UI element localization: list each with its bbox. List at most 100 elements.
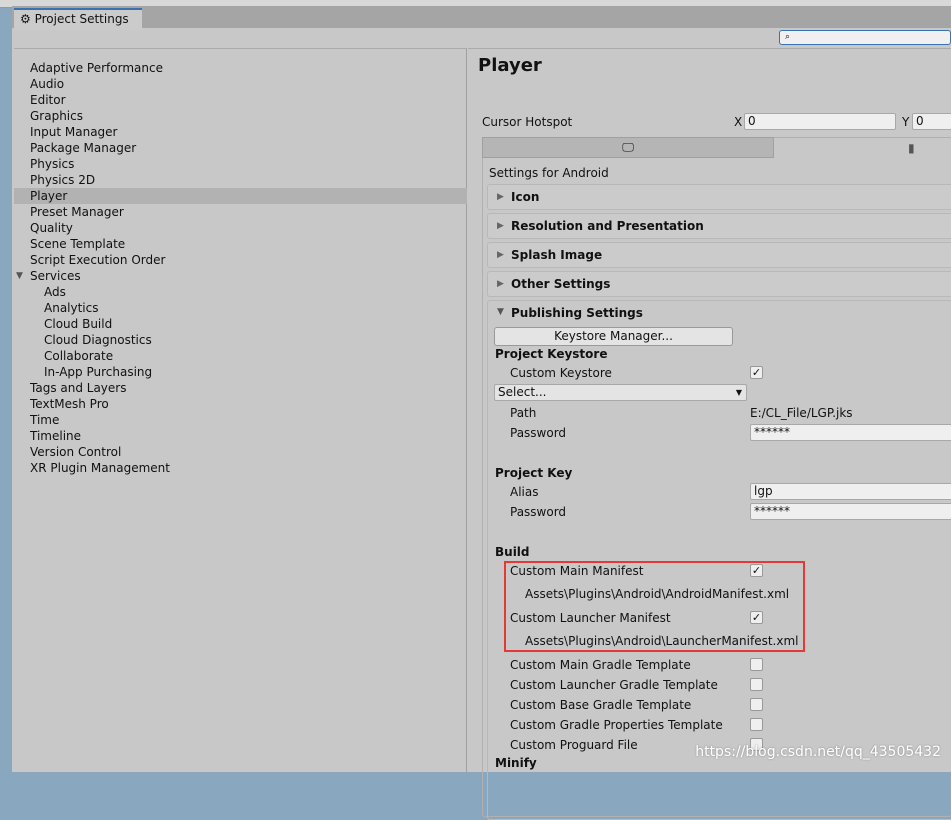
sidebar-item[interactable]: Editor — [14, 92, 467, 108]
section-title: Other Settings — [511, 277, 611, 291]
sidebar-item[interactable]: In-App Purchasing — [14, 364, 467, 380]
section-title: Resolution and Presentation — [511, 219, 704, 233]
sidebar-item-label: TextMesh Pro — [30, 397, 109, 411]
cursor-y-input[interactable]: 0 — [912, 113, 951, 130]
sidebar: Adaptive Performance Audio Editor Graphics I… — [14, 48, 467, 772]
search-input[interactable]: ⌕ — [779, 30, 951, 45]
cursor-hotspot-label: Cursor Hotspot — [482, 115, 573, 129]
dropdown-value: Select... — [498, 385, 547, 399]
player-settings-panel: Player Cursor Hotspot X 0 Y 0 🖵 ▮ Settin… — [468, 48, 951, 820]
sidebar-item[interactable]: Quality — [14, 220, 467, 236]
sidebar-item-label: Services — [30, 269, 81, 283]
settings-for-label: Settings for Android — [489, 166, 609, 180]
alias-input[interactable]: lgp — [750, 483, 951, 500]
sidebar-item[interactable]: Script Execution Order — [14, 252, 467, 268]
sidebar-item-label: XR Plugin Management — [30, 461, 170, 475]
sidebar-item-label: Adaptive Performance — [30, 61, 163, 75]
sidebar-item[interactable]: Timeline — [14, 428, 467, 444]
publishing-settings-header[interactable]: Publishing Settings — [511, 306, 643, 320]
build-option-checkbox[interactable] — [750, 658, 763, 671]
foldout-section[interactable]: ▶ Splash Image — [487, 242, 951, 268]
sidebar-item-label: Version Control — [30, 445, 122, 459]
sidebar-item[interactable]: Cloud Diagnostics — [14, 332, 467, 348]
tab-standalone[interactable]: 🖵 — [482, 137, 774, 158]
sidebar-item-label: Time — [30, 413, 60, 427]
foldout-section[interactable]: ▶ Icon — [487, 184, 951, 210]
build-option-label: Custom Launcher Manifest — [510, 611, 671, 625]
x-label: X — [734, 115, 743, 129]
monitor-icon: 🖵 — [622, 140, 634, 154]
sidebar-item-label: Physics — [30, 157, 75, 171]
manifest-path: Assets\Plugins\Android\LauncherManifest.… — [525, 634, 799, 648]
keystore-select-dropdown[interactable]: Select... ▼ — [494, 384, 747, 401]
build-option-label: Custom Main Manifest — [510, 564, 644, 578]
sidebar-item[interactable]: Input Manager — [14, 124, 467, 140]
keystore-password-input[interactable]: ****** — [750, 424, 951, 441]
build-heading: Build — [495, 545, 530, 559]
chevron-down-icon: ▼ — [735, 388, 742, 397]
triangle-down-icon[interactable]: ▼ — [497, 307, 504, 317]
build-option-checkbox[interactable]: ✓ — [750, 611, 763, 624]
build-option-label: Custom Gradle Properties Template — [510, 718, 723, 732]
sidebar-item[interactable]: Physics — [14, 156, 467, 172]
sidebar-item-label: Player — [30, 189, 68, 203]
sidebar-item[interactable]: Scene Template — [14, 236, 467, 252]
android-icon: ▮ — [908, 141, 915, 155]
triangle-right-icon: ▶ — [497, 221, 504, 231]
sidebar-item-label: Timeline — [30, 429, 82, 443]
build-option-label: Custom Main Gradle Template — [510, 658, 691, 672]
sidebar-item[interactable]: Time — [14, 412, 467, 428]
sidebar-item[interactable]: ▼ Services — [14, 268, 467, 284]
sidebar-item-label: Input Manager — [30, 125, 118, 139]
sidebar-item[interactable]: Audio — [14, 76, 467, 92]
sidebar-item[interactable]: TextMesh Pro — [14, 396, 467, 412]
sidebar-item[interactable]: Ads — [14, 284, 467, 300]
tab-android[interactable]: ▮ — [908, 138, 915, 158]
sidebar-item[interactable]: Version Control — [14, 444, 467, 460]
build-option-checkbox[interactable]: ✓ — [750, 564, 763, 577]
foldout-section[interactable]: ▶ Other Settings — [487, 271, 951, 297]
sidebar-item[interactable]: Tags and Layers — [14, 380, 467, 396]
sidebar-item[interactable]: Preset Manager — [14, 204, 467, 220]
triangle-down-icon[interactable]: ▼ — [16, 268, 23, 284]
build-option-checkbox[interactable] — [750, 718, 763, 731]
section-title: Splash Image — [511, 248, 603, 262]
path-label: Path — [510, 406, 537, 420]
build-option-checkbox[interactable] — [750, 698, 763, 711]
keystore-manager-button[interactable]: Keystore Manager... — [494, 327, 733, 346]
sidebar-item[interactable]: Collaborate — [14, 348, 467, 364]
key-password-input[interactable]: ****** — [750, 503, 951, 520]
sidebar-item-label: Cloud Build — [44, 317, 113, 331]
sidebar-item-label: Tags and Layers — [30, 381, 127, 395]
build-option-label: Custom Base Gradle Template — [510, 698, 692, 712]
project-settings-window: ⚙ Project Settings ⌕ Adaptive Performanc… — [12, 6, 951, 820]
section-title: Icon — [511, 190, 540, 204]
sidebar-item[interactable]: Analytics — [14, 300, 467, 316]
search-icon: ⌕ — [785, 32, 791, 42]
sidebar-item[interactable]: Adaptive Performance — [14, 60, 467, 76]
project-keystore-heading: Project Keystore — [495, 347, 608, 361]
sidebar-item[interactable]: Graphics — [14, 108, 467, 124]
sidebar-item-label: Cloud Diagnostics — [44, 333, 152, 347]
minify-heading: Minify — [495, 756, 537, 770]
build-option-label: Custom Proguard File — [510, 738, 638, 752]
triangle-right-icon: ▶ — [497, 279, 504, 289]
sidebar-item-label: Preset Manager — [30, 205, 124, 219]
tab-project-settings[interactable]: ⚙ Project Settings — [14, 8, 142, 30]
build-option-checkbox[interactable] — [750, 678, 763, 691]
custom-keystore-checkbox[interactable]: ✓ — [750, 366, 763, 379]
sidebar-item[interactable]: Cloud Build — [14, 316, 467, 332]
sidebar-item[interactable]: Package Manager — [14, 140, 467, 156]
cursor-x-input[interactable]: 0 — [744, 113, 896, 130]
sidebar-item[interactable]: Player — [14, 188, 467, 204]
sidebar-item[interactable]: XR Plugin Management — [14, 460, 467, 476]
build-option-label: Custom Launcher Gradle Template — [510, 678, 718, 692]
sidebar-item-label: Collaborate — [44, 349, 114, 363]
sidebar-item-label: Graphics — [30, 109, 83, 123]
triangle-right-icon: ▶ — [497, 250, 504, 260]
sidebar-item-label: Physics 2D — [30, 173, 96, 187]
sidebar-item[interactable]: Physics 2D — [14, 172, 467, 188]
foldout-section[interactable]: ▶ Resolution and Presentation — [487, 213, 951, 239]
manifest-path: Assets\Plugins\Android\AndroidManifest.x… — [525, 587, 790, 601]
sidebar-item-label: Ads — [44, 285, 66, 299]
